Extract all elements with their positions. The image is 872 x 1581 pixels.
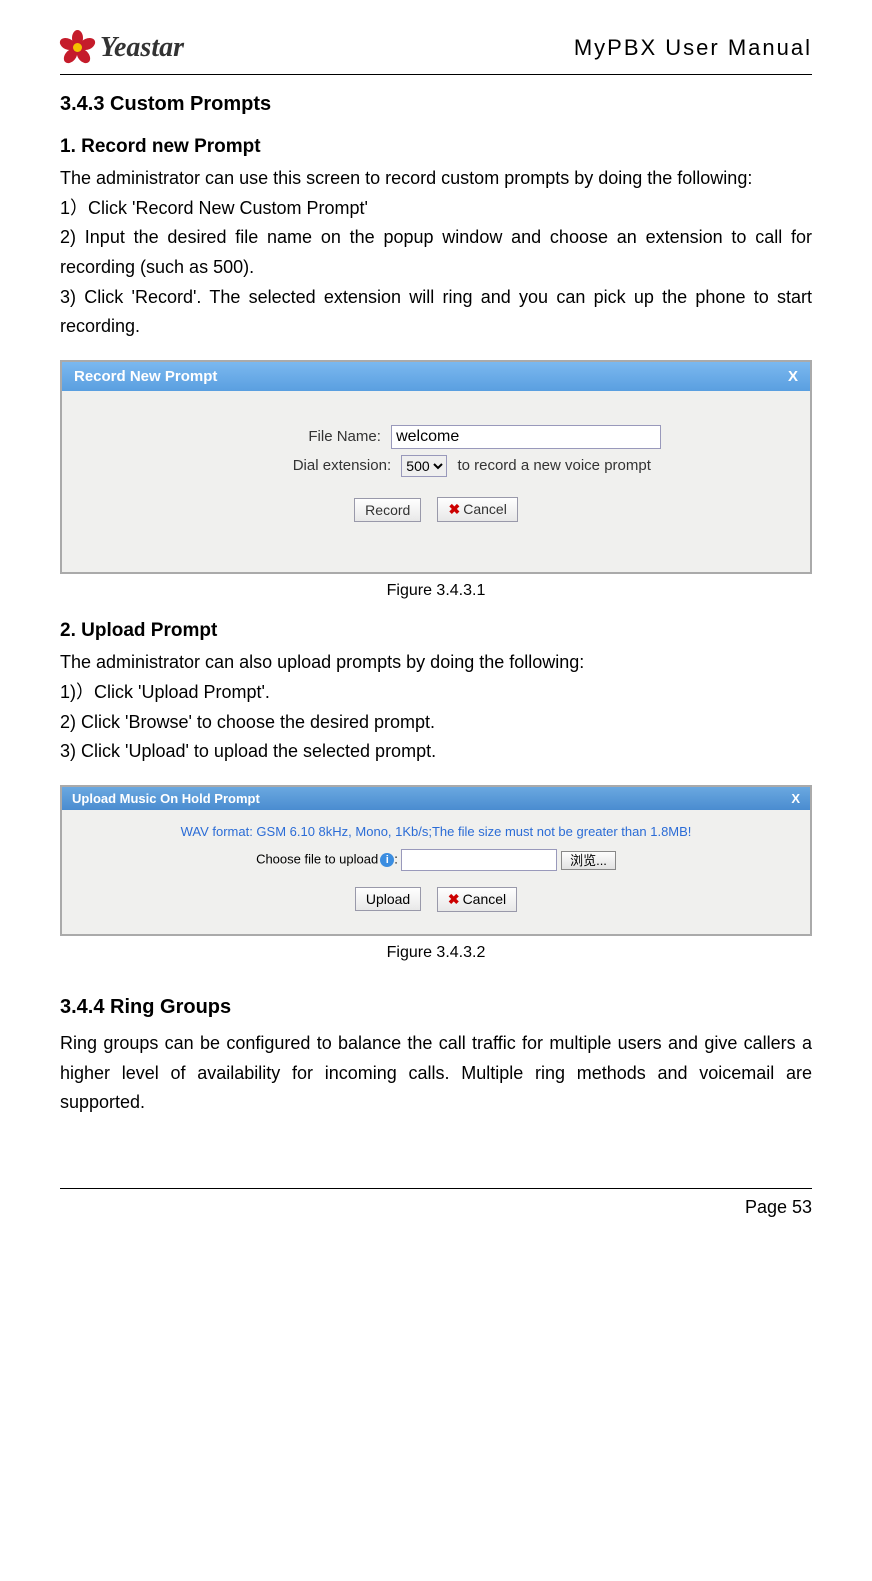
- record-step1: 1）Click 'Record New Custom Prompt': [60, 194, 812, 224]
- cancel-button[interactable]: ✖Cancel: [437, 497, 517, 522]
- brand-name: Yeastar: [100, 32, 184, 64]
- x-icon: ✖: [448, 501, 460, 517]
- file-name-label: File Name:: [211, 428, 387, 445]
- upload-prompt-dialog: Upload Music On Hold Prompt X WAV format…: [60, 785, 812, 936]
- record-step2: 2) Input the desired file name on the po…: [60, 223, 812, 282]
- page-header: Yeastar MyPBX User Manual: [60, 30, 812, 75]
- document-title: MyPBX User Manual: [574, 35, 812, 61]
- flower-icon: [60, 30, 96, 66]
- dialog-title-text: Record New Prompt: [74, 368, 217, 385]
- upload-intro: The administrator can also upload prompt…: [60, 648, 812, 678]
- upload-button[interactable]: Upload: [355, 887, 421, 911]
- section-heading-custom-prompts: 3.4.3 Custom Prompts: [60, 93, 812, 116]
- sub-heading-upload: 2. Upload Prompt: [60, 620, 812, 642]
- upload-hint: WAV format: GSM 6.10 8kHz, Mono, 1Kb/s;T…: [82, 824, 790, 839]
- figure-caption-1: Figure 3.4.3.1: [60, 582, 812, 600]
- record-intro: The administrator can use this screen to…: [60, 164, 812, 194]
- brand-logo: Yeastar: [60, 30, 184, 66]
- close-icon[interactable]: X: [791, 791, 800, 806]
- sub-heading-record: 1. Record new Prompt: [60, 136, 812, 158]
- file-name-input[interactable]: [391, 425, 661, 449]
- cancel-button[interactable]: ✖Cancel: [437, 887, 517, 912]
- file-path-input[interactable]: [401, 849, 557, 871]
- dial-extension-suffix: to record a new voice prompt: [457, 457, 650, 474]
- dialog2-title-bar: Upload Music On Hold Prompt X: [62, 787, 810, 810]
- info-icon: i: [380, 853, 394, 867]
- close-icon[interactable]: X: [788, 368, 798, 385]
- upload-step3: 3) Click 'Upload' to upload the selected…: [60, 737, 812, 767]
- x-icon: ✖: [448, 891, 460, 907]
- upload-step2: 2) Click 'Browse' to choose the desired …: [60, 708, 812, 738]
- page-footer: Page 53: [60, 1188, 812, 1218]
- figure-caption-2: Figure 3.4.3.2: [60, 944, 812, 962]
- dialog2-body: WAV format: GSM 6.10 8kHz, Mono, 1Kb/s;T…: [62, 810, 810, 934]
- section-heading-ring-groups: 3.4.4 Ring Groups: [60, 996, 812, 1019]
- upload-step1: 1)）Click 'Upload Prompt'.: [60, 678, 812, 708]
- record-step3: 3) Click 'Record'. The selected extensio…: [60, 283, 812, 342]
- dial-extension-select[interactable]: 500: [401, 455, 447, 477]
- record-prompt-dialog: Record New Prompt X File Name: Dial exte…: [60, 360, 812, 574]
- record-button[interactable]: Record: [354, 498, 421, 522]
- dialog2-title-text: Upload Music On Hold Prompt: [72, 791, 260, 806]
- ring-groups-body: Ring groups can be configured to balance…: [60, 1029, 812, 1118]
- page-number: Page 53: [745, 1197, 812, 1217]
- choose-file-label: Choose file to upload: [256, 851, 378, 866]
- dialog-title-bar: Record New Prompt X: [62, 362, 810, 391]
- browse-button[interactable]: 浏览...: [561, 851, 616, 870]
- dial-extension-label: Dial extension:: [221, 457, 397, 474]
- dialog-body: File Name: Dial extension: 500 to record…: [62, 391, 810, 572]
